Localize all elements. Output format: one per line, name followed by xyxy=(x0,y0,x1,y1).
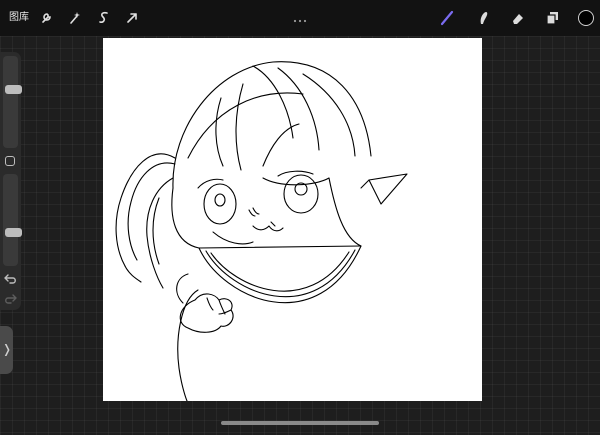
eraser-icon[interactable] xyxy=(508,8,528,28)
drawing-canvas[interactable] xyxy=(103,38,482,401)
color-picker-swatch[interactable] xyxy=(578,10,594,26)
wrench-icon[interactable] xyxy=(36,8,56,28)
chevron-right-icon: ❭ xyxy=(2,342,13,356)
line-art-drawing xyxy=(115,61,408,401)
more-options-icon[interactable] xyxy=(292,9,308,23)
layers-icon[interactable] xyxy=(542,8,562,28)
sidebar-expand-tab[interactable]: ❭ xyxy=(0,326,13,374)
opacity-handle[interactable] xyxy=(5,228,22,237)
transform-arrow-icon[interactable] xyxy=(122,8,142,28)
selection-icon[interactable] xyxy=(94,8,114,28)
opacity-slider[interactable] xyxy=(3,174,22,266)
top-toolbar: 图库 xyxy=(0,0,600,36)
modify-button[interactable] xyxy=(5,156,15,166)
magic-wand-icon[interactable] xyxy=(65,8,85,28)
undo-icon[interactable] xyxy=(3,272,18,286)
gallery-button[interactable]: 图库 xyxy=(9,11,29,25)
left-sidebar xyxy=(0,52,22,310)
brush-icon[interactable] xyxy=(437,8,457,28)
redo-icon[interactable] xyxy=(3,292,18,306)
brush-size-handle[interactable] xyxy=(5,85,22,94)
smudge-icon[interactable] xyxy=(473,8,493,28)
brush-size-slider[interactable] xyxy=(3,56,22,148)
home-indicator[interactable] xyxy=(221,421,379,425)
